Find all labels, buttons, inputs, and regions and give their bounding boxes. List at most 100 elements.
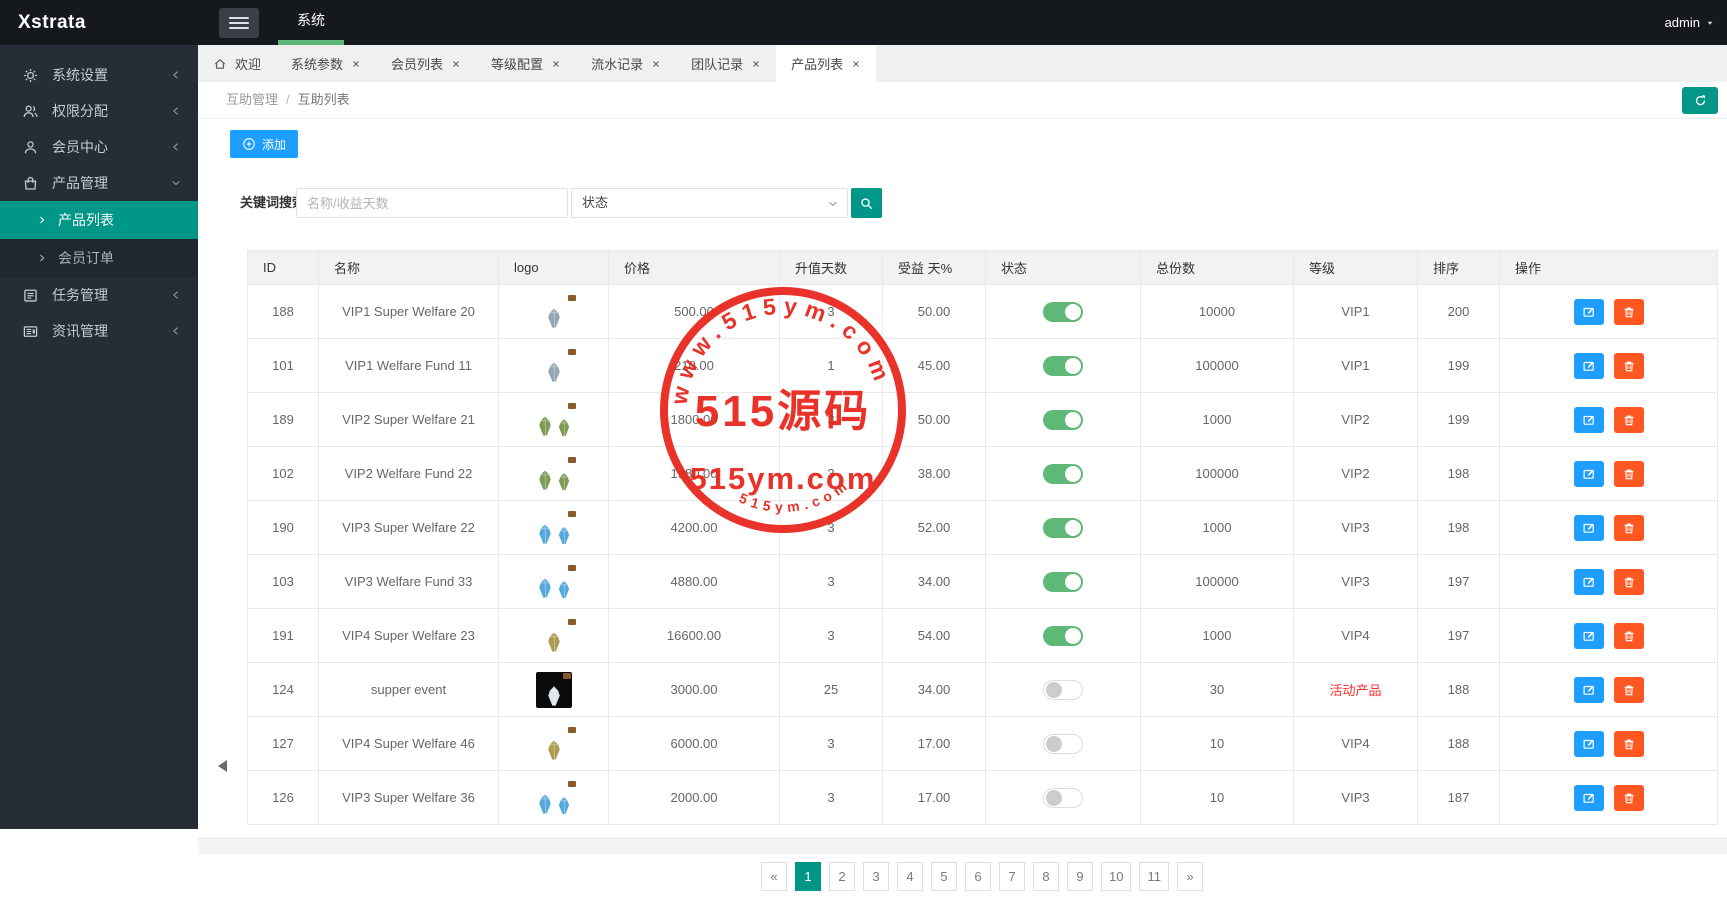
column-header: 排序	[1417, 250, 1500, 285]
page-button-9[interactable]: 9	[1067, 862, 1094, 891]
page-button-3[interactable]: 3	[863, 862, 890, 891]
keyword-input[interactable]	[296, 188, 568, 218]
sidebar-item-资讯管理[interactable]: 资讯管理	[0, 313, 198, 349]
status-toggle[interactable]	[1043, 787, 1083, 808]
page-button-2[interactable]: 2	[829, 862, 856, 891]
search-button[interactable]	[851, 188, 882, 218]
scroll-left-arrow-icon[interactable]	[212, 760, 227, 772]
edit-button[interactable]	[1573, 568, 1604, 595]
breadcrumb-item[interactable]: 互助列表	[298, 92, 350, 107]
cell-actions	[1499, 284, 1718, 339]
status-toggle[interactable]	[1043, 679, 1083, 700]
toggle-knob	[1065, 357, 1081, 374]
tab-close-icon[interactable]	[451, 59, 461, 69]
delete-button[interactable]	[1613, 460, 1644, 487]
breadcrumb-item[interactable]: 互助管理	[226, 92, 278, 107]
tab-等级配置[interactable]: 等级配置	[476, 45, 576, 82]
edit-button[interactable]	[1573, 406, 1604, 433]
page-prev-button[interactable]: «	[761, 862, 788, 891]
table-row: 191 VIP4 Super Welfare 23 16600.00 3 54.00 10…	[247, 608, 1718, 663]
menu-toggle-button[interactable]	[219, 8, 259, 38]
horizontal-scrollbar-track[interactable]	[198, 838, 1727, 854]
sidebar-item-会员订单[interactable]: 会员订单	[0, 239, 198, 277]
sidebar-item-产品管理[interactable]: 产品管理	[0, 165, 198, 201]
status-toggle[interactable]	[1043, 517, 1083, 538]
tab-close-icon[interactable]	[751, 59, 761, 69]
status-toggle[interactable]	[1043, 355, 1083, 376]
gem-icon	[536, 522, 554, 546]
edit-button[interactable]	[1573, 514, 1604, 541]
edit-button[interactable]	[1573, 622, 1604, 649]
cell-total: 100000	[1140, 446, 1294, 501]
page-button-6[interactable]: 6	[965, 862, 992, 891]
page-button-10[interactable]: 10	[1101, 862, 1132, 891]
cell-name: VIP3 Super Welfare 22	[318, 500, 499, 555]
delete-button[interactable]	[1613, 514, 1644, 541]
edit-button[interactable]	[1573, 784, 1604, 811]
caret-down-icon	[1705, 18, 1715, 28]
sidebar-item-系统设置[interactable]: 系统设置	[0, 57, 198, 93]
gem-icon	[536, 792, 554, 816]
sidebar-item-权限分配[interactable]: 权限分配	[0, 93, 198, 129]
tab-流水记录[interactable]: 流水记录	[576, 45, 676, 82]
add-button[interactable]: 添加	[230, 130, 299, 158]
cell-profit: 17.00	[882, 770, 986, 825]
tab-close-icon[interactable]	[551, 59, 561, 69]
edit-button[interactable]	[1573, 730, 1604, 757]
delete-button[interactable]	[1613, 784, 1644, 811]
member-icon	[22, 139, 39, 156]
gem-icon	[536, 414, 554, 438]
tab-close-icon[interactable]	[851, 59, 861, 69]
page-button-4[interactable]: 4	[897, 862, 924, 891]
edit-button[interactable]	[1573, 676, 1604, 703]
sidebar-item-任务管理[interactable]: 任务管理	[0, 277, 198, 313]
page-button-5[interactable]: 5	[931, 862, 958, 891]
cell-days: 3	[779, 284, 883, 339]
tab-产品列表[interactable]: 产品列表	[776, 45, 877, 82]
delete-button[interactable]	[1613, 730, 1644, 757]
status-toggle[interactable]	[1043, 463, 1083, 484]
status-toggle[interactable]	[1043, 301, 1083, 322]
sidebar-item-会员中心[interactable]: 会员中心	[0, 129, 198, 165]
users-icon	[22, 103, 39, 120]
refresh-button[interactable]	[1682, 87, 1718, 114]
tab-close-icon[interactable]	[351, 59, 361, 69]
tab-团队记录[interactable]: 团队记录	[676, 45, 776, 82]
status-toggle[interactable]	[1043, 733, 1083, 754]
tab-欢迎[interactable]: 欢迎	[198, 45, 276, 82]
delete-button[interactable]	[1613, 298, 1644, 325]
status-toggle[interactable]	[1043, 409, 1083, 430]
edit-button[interactable]	[1573, 460, 1604, 487]
page-button-8[interactable]: 8	[1033, 862, 1060, 891]
delete-button[interactable]	[1613, 406, 1644, 433]
tab-会员列表[interactable]: 会员列表	[376, 45, 476, 82]
table-row: 124 supper event 3000.00 25 34.00 30 活动产品 188	[247, 662, 1718, 717]
edit-button[interactable]	[1573, 298, 1604, 325]
cell-actions	[1499, 392, 1718, 447]
user-menu[interactable]: admin	[1665, 0, 1715, 45]
edit-button[interactable]	[1573, 352, 1604, 379]
delete-button[interactable]	[1613, 352, 1644, 379]
delete-button[interactable]	[1613, 568, 1644, 595]
cell-actions	[1499, 338, 1718, 393]
cell-id: 101	[247, 338, 319, 393]
page-button-1[interactable]: 1	[795, 862, 822, 891]
sidebar-item-产品列表[interactable]: 产品列表	[0, 201, 198, 239]
page-button-11[interactable]: 11	[1139, 862, 1169, 891]
status-toggle[interactable]	[1043, 571, 1083, 592]
tab-close-icon[interactable]	[651, 59, 661, 69]
delete-button[interactable]	[1613, 676, 1644, 703]
edit-icon	[1582, 521, 1596, 535]
chevron-left-icon	[170, 69, 182, 81]
page-next-button[interactable]: »	[1176, 862, 1203, 891]
cell-price: 4200.00	[608, 500, 780, 555]
column-header: ID	[247, 250, 319, 285]
status-select[interactable]: 状态	[571, 188, 848, 218]
delete-button[interactable]	[1613, 622, 1644, 649]
status-toggle[interactable]	[1043, 625, 1083, 646]
tab-label: 会员列表	[391, 57, 444, 72]
table-row: 101 VIP1 Welfare Fund 11 210.00 1 45.00 10000…	[247, 338, 1718, 393]
tab-系统参数[interactable]: 系统参数	[276, 45, 376, 82]
topbar-menu-system[interactable]: 系统	[278, 0, 344, 45]
page-button-7[interactable]: 7	[999, 862, 1026, 891]
